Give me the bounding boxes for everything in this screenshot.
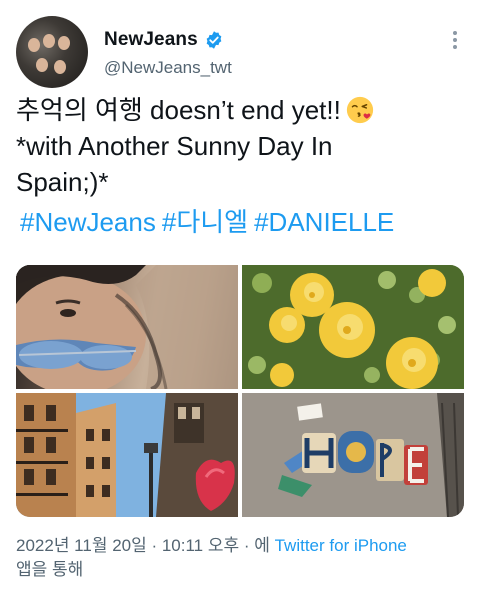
tweet-line-1-text: 추억의 여행 doesn’t end yet!!	[16, 95, 341, 125]
selfie-illustration	[16, 265, 238, 389]
avatar[interactable]	[16, 16, 88, 88]
hope-street-art-photo[interactable]	[242, 393, 464, 517]
flowers-illustration	[242, 265, 464, 389]
tweet-line-2: *with Another Sunny Day In	[16, 131, 333, 161]
tweet-line-3: Spain;)*	[16, 167, 109, 197]
media-grid	[16, 265, 464, 517]
more-options-icon[interactable]	[444, 28, 464, 52]
street-buildings-photo[interactable]	[16, 393, 238, 517]
source-link[interactable]: Twitter for iPhone	[275, 536, 407, 555]
display-name[interactable]: NewJeans	[104, 29, 198, 51]
tweet-line-1: 추억의 여행 doesn’t end yet!!	[16, 92, 466, 128]
author-name-row[interactable]: NewJeans	[104, 28, 224, 52]
hashtag-row: #NewJeans #다니엘 #DANIELLE	[20, 204, 400, 240]
author-handle[interactable]: @NewJeans_twt	[104, 58, 232, 78]
verified-badge-icon	[206, 31, 222, 49]
hashtag-link[interactable]: #NewJeans	[20, 207, 156, 237]
timestamp[interactable]: 2022년 11월 20일 · 10:11 오후 · 에	[16, 536, 275, 555]
source-suffix: 앱을 통해	[16, 560, 84, 579]
tweet-text: 추억의 여행 doesn’t end yet!! *with Another S…	[16, 92, 466, 200]
hope-art-illustration	[242, 393, 464, 517]
kissing-face-with-heart-emoji-icon	[346, 96, 373, 124]
hashtag-link[interactable]: #다니엘	[162, 207, 248, 237]
street-illustration	[16, 393, 238, 517]
tweet-meta: 2022년 11월 20일 · 10:11 오후 · 에 Twitter for…	[16, 534, 466, 582]
hashtag-link[interactable]: #DANIELLE	[254, 207, 394, 237]
selfie-with-sunglasses-photo[interactable]	[16, 265, 238, 389]
yellow-flowers-photo[interactable]	[242, 265, 464, 389]
